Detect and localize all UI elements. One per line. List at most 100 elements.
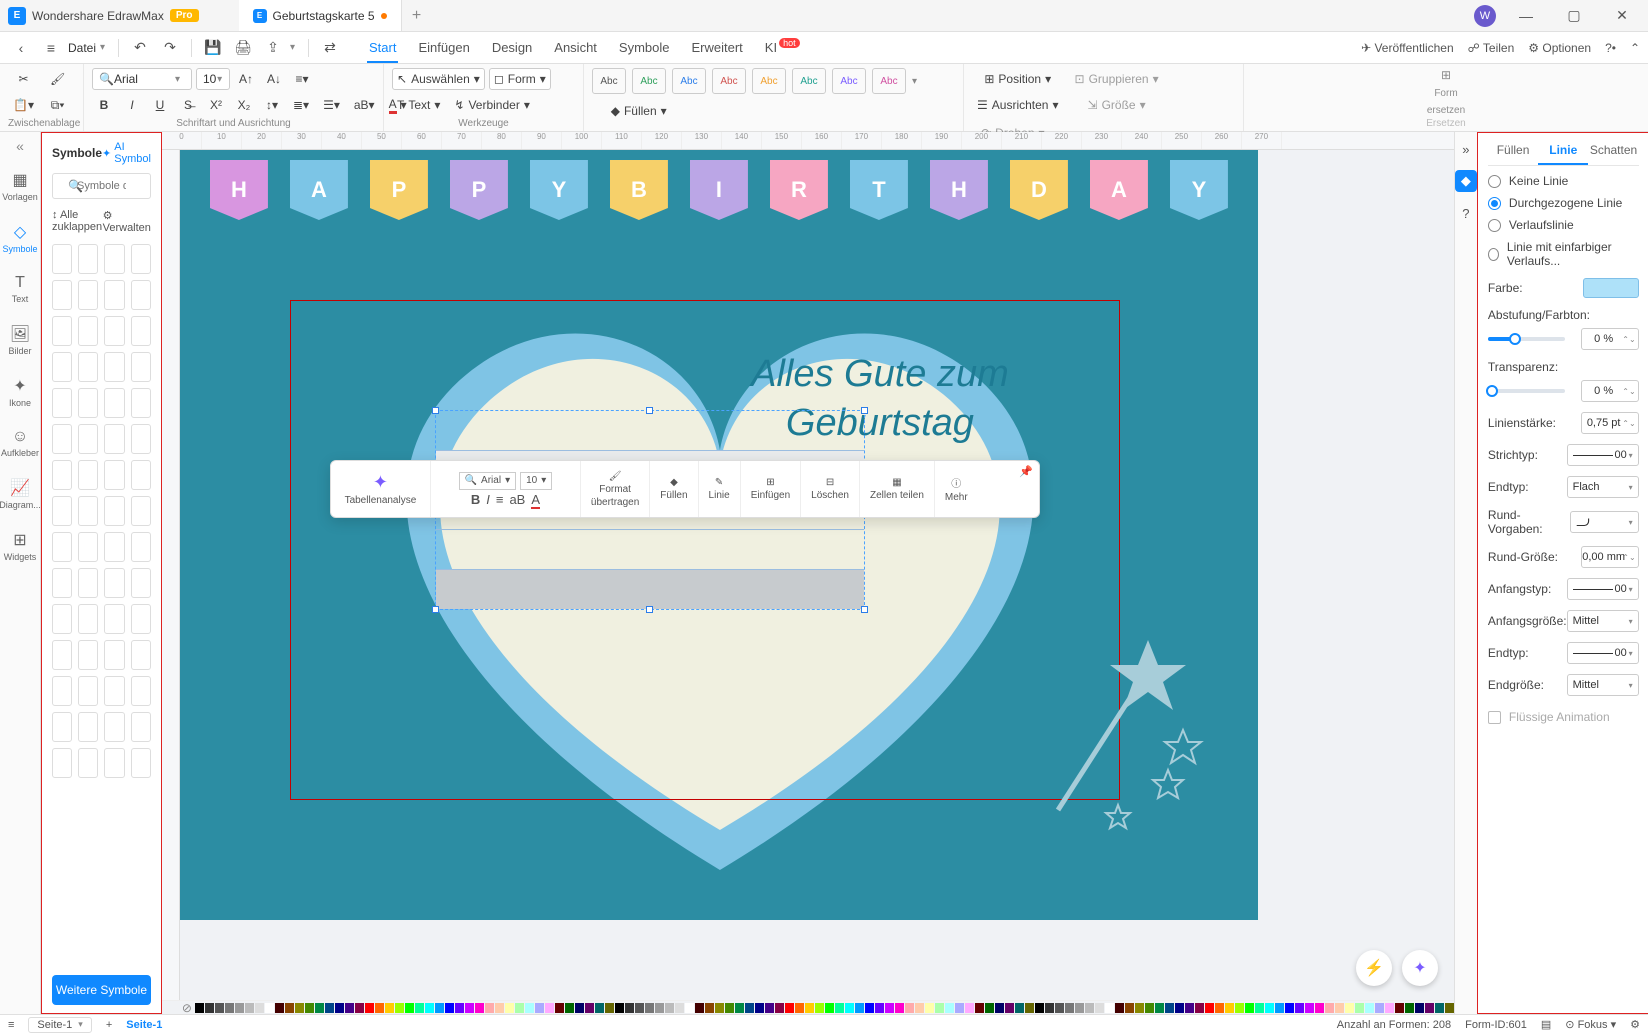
shape-cell[interactable] — [78, 496, 98, 526]
status-layers-icon[interactable]: ▤ — [1541, 1018, 1551, 1031]
tint-value[interactable]: 0 % — [1581, 328, 1639, 350]
mt-format-painter[interactable]: 🖌Formatübertragen — [581, 461, 650, 517]
menu-icon[interactable]: ≡ — [38, 35, 64, 61]
group-button[interactable]: ⊡ Gruppieren▾ — [1070, 68, 1164, 90]
begin-size-select[interactable]: Mittel▾ — [1567, 610, 1639, 632]
help-button[interactable]: ?• — [1605, 41, 1616, 55]
nav-stickers[interactable]: ☺Aufkleber — [0, 424, 40, 462]
shape-cell[interactable] — [104, 568, 124, 598]
shape-cell[interactable] — [104, 280, 124, 310]
mt-bold[interactable]: B — [471, 492, 480, 507]
align-shapes-button[interactable]: ☰ Ausrichten▾ — [972, 94, 1064, 116]
round-preset-select[interactable]: ▾ — [1570, 511, 1638, 533]
redo-button[interactable]: ↷ — [157, 35, 183, 61]
replace-shape-icon[interactable]: ⊞ — [1441, 68, 1451, 82]
mt-italic[interactable]: I — [486, 492, 490, 507]
options-button[interactable]: ⚙ Optionen — [1528, 41, 1591, 55]
shape-cell[interactable] — [131, 568, 151, 598]
document-tab[interactable]: E Geburtstagskarte 5 — [239, 0, 402, 31]
shape-cell[interactable] — [131, 244, 151, 274]
shape-cell[interactable] — [52, 604, 72, 634]
mt-insert[interactable]: ⊞Einfügen — [741, 461, 801, 517]
status-gear-icon[interactable]: ⚙ — [1630, 1018, 1640, 1031]
ai-sparkle-button[interactable]: ✦ — [1402, 950, 1438, 986]
close-button[interactable]: ✕ — [1604, 2, 1640, 30]
strike-button[interactable]: S̶ — [176, 94, 200, 116]
shape-cell[interactable] — [78, 604, 98, 634]
list-button[interactable]: ☰▾ — [318, 94, 345, 116]
shape-cell[interactable] — [104, 424, 124, 454]
shape-cell[interactable] — [78, 316, 98, 346]
collapse-leftnav[interactable]: « — [0, 138, 40, 154]
styles-more-icon[interactable]: ▾ — [912, 76, 922, 87]
collapse-ribbon[interactable]: ⌃ — [1630, 41, 1640, 55]
style-cell[interactable]: Abc — [792, 68, 826, 94]
style-cell[interactable]: Abc — [872, 68, 906, 94]
shape-cell[interactable] — [131, 352, 151, 382]
mt-split-cells[interactable]: ▦Zellen teilen — [860, 461, 935, 517]
paste-button[interactable]: 📋▾ — [8, 94, 39, 116]
mt-font-family[interactable]: 🔍Arial ▾ — [459, 472, 517, 490]
tab-design[interactable]: Design — [490, 34, 534, 61]
mt-textcase[interactable]: aB — [509, 492, 525, 507]
subscript-button[interactable]: X₂ — [232, 94, 256, 116]
shape-cell[interactable] — [131, 676, 151, 706]
shape-cell[interactable] — [131, 712, 151, 742]
mt-align[interactable]: ≡ — [496, 492, 504, 507]
user-avatar[interactable]: W — [1474, 5, 1496, 27]
color-strip[interactable]: ⊘ — [162, 1000, 1454, 1014]
cut-button[interactable]: ✂ — [8, 68, 39, 90]
shape-cell[interactable] — [78, 676, 98, 706]
tab-view[interactable]: Ansicht — [552, 34, 599, 61]
manage-button[interactable]: ⚙ Verwalten — [103, 209, 151, 234]
style-cell[interactable]: Abc — [592, 68, 626, 94]
shape-cell[interactable] — [52, 640, 72, 670]
shape-tool[interactable]: ◻ Form ▾ — [489, 68, 551, 90]
shape-cell[interactable] — [104, 748, 124, 778]
mt-table-analysis[interactable]: ✦ Tabellenanalyse — [331, 461, 431, 517]
new-tab-button[interactable]: + — [402, 0, 432, 31]
shape-cell[interactable] — [104, 460, 124, 490]
shape-cell[interactable] — [104, 676, 124, 706]
nav-symbols[interactable]: ◇Symbole — [0, 218, 40, 258]
style-cell[interactable]: Abc — [752, 68, 786, 94]
nav-text[interactable]: TText — [0, 270, 40, 308]
shape-cell[interactable] — [52, 748, 72, 778]
shape-cell[interactable] — [131, 748, 151, 778]
no-color-icon[interactable]: ⊘ — [180, 1001, 194, 1015]
pin-icon[interactable]: 📌 — [1019, 465, 1033, 478]
font-size-select[interactable]: 10▾ — [196, 68, 230, 90]
style-panel-button[interactable]: ◆ — [1455, 170, 1477, 192]
shape-cell[interactable] — [52, 280, 72, 310]
nav-images[interactable]: 🖼Bilder — [0, 320, 40, 360]
ai-symbol-button[interactable]: ✦ AI Symbol — [102, 141, 151, 165]
transparency-value[interactable]: 0 % — [1581, 380, 1639, 402]
shape-cell[interactable] — [104, 316, 124, 346]
prop-tab-fill[interactable]: Füllen — [1488, 137, 1538, 165]
nav-templates[interactable]: ▦Vorlagen — [0, 166, 40, 206]
share-icon[interactable]: ⇄ — [317, 35, 343, 61]
shape-cell[interactable] — [52, 424, 72, 454]
expand-right-panel[interactable]: » — [1455, 138, 1477, 160]
collapse-all-button[interactable]: ↕ Alle zuklappen — [52, 209, 103, 234]
style-cell[interactable]: Abc — [632, 68, 666, 94]
format-painter-button[interactable]: 🖌 — [45, 68, 70, 90]
shape-cell[interactable] — [131, 460, 151, 490]
share-button[interactable]: ☍ Teilen — [1468, 41, 1515, 55]
maximize-button[interactable]: ▢ — [1556, 2, 1592, 30]
canvas[interactable]: HAPPYBIRTHDAY Alles Gute zumGeburtstag — [180, 150, 1454, 1000]
style-preview-row[interactable]: Abc Abc Abc Abc Abc Abc Abc Abc — [592, 68, 906, 94]
shape-cell[interactable] — [104, 712, 124, 742]
round-size-value[interactable]: 0,00 mm — [1581, 546, 1639, 568]
copy-button[interactable]: ⧉▾ — [45, 94, 70, 116]
case-button[interactable]: aB▾ — [349, 94, 380, 116]
radio-gradient-line[interactable]: Verlaufslinie — [1488, 218, 1639, 232]
fluid-animation-check[interactable]: Flüssige Animation — [1488, 710, 1639, 724]
help-panel-button[interactable]: ? — [1455, 202, 1477, 224]
ai-wand-button[interactable]: ⚡ — [1356, 950, 1392, 986]
page-tab[interactable]: Seite-1 — [126, 1019, 162, 1031]
tab-symbols[interactable]: Symbole — [617, 34, 672, 61]
shape-cell[interactable] — [104, 532, 124, 562]
style-cell[interactable]: Abc — [832, 68, 866, 94]
shape-cell[interactable] — [131, 532, 151, 562]
